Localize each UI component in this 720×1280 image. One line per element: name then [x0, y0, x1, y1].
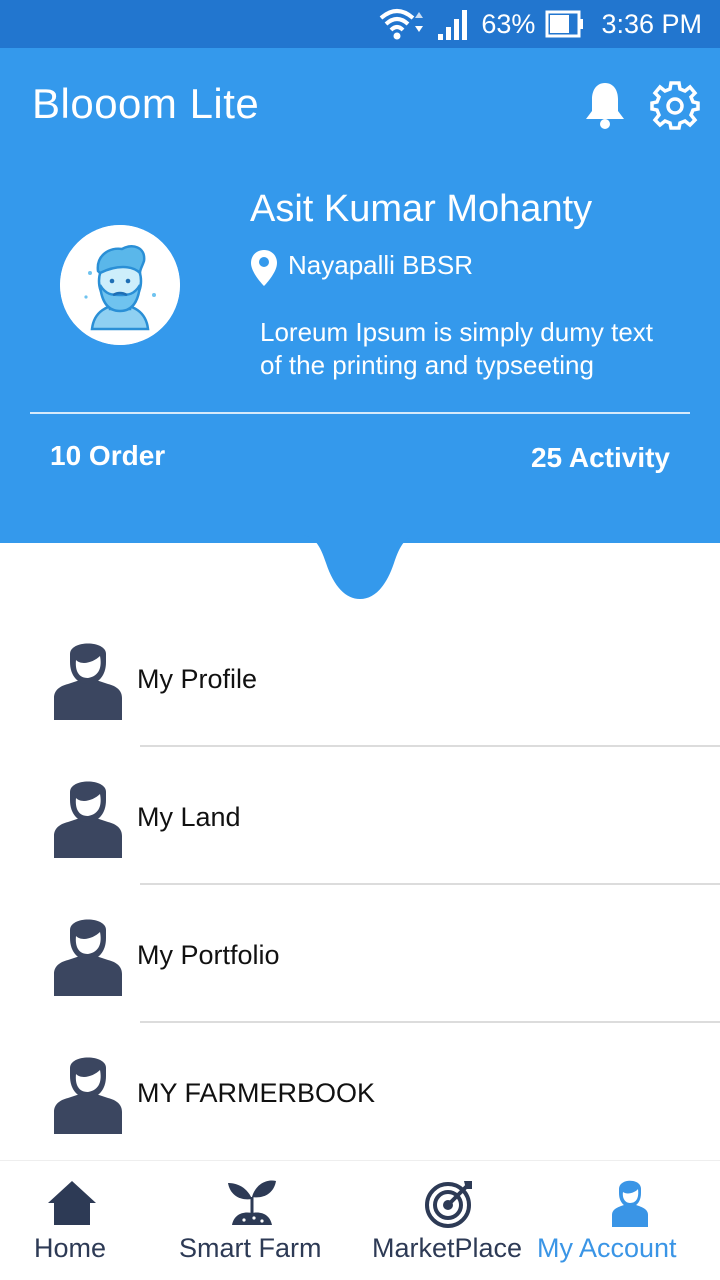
user-bio: Loreum Ipsum is simply dumy text of the … — [260, 316, 700, 382]
bottom-nav: Home Smart Farm MarketPlace My Account — [0, 1160, 720, 1280]
target-icon — [425, 1181, 472, 1228]
menu-item-my-land[interactable]: My Land — [0, 750, 720, 888]
account-menu: My Profile My Land My Portfolio MY FARME… — [0, 612, 720, 1164]
avatar — [60, 225, 180, 345]
orders-count[interactable]: 10 Order — [50, 440, 165, 472]
menu-separator — [140, 1021, 720, 1023]
wifi-icon — [380, 9, 424, 40]
header-notch — [300, 535, 420, 599]
nav-label: Home — [34, 1233, 107, 1263]
menu-item-my-portfolio[interactable]: My Portfolio — [0, 888, 720, 1026]
person-icon — [54, 919, 122, 996]
user-location: Nayapalli BBSR — [288, 250, 473, 280]
user-avatar-icon — [60, 225, 180, 345]
bell-icon[interactable] — [582, 80, 628, 130]
signal-icon — [438, 10, 468, 40]
app-title: Blooom Lite — [32, 80, 260, 127]
person-icon — [54, 1057, 122, 1134]
profile-header: Blooom Lite Asit Kumar Mohanty Nayapalli… — [0, 48, 720, 543]
menu-label: My Portfolio — [137, 940, 280, 970]
bio-line: Loreum Ipsum is simply dumy text — [260, 317, 654, 347]
menu-separator — [140, 745, 720, 747]
menu-label: MY FARMERBOOK — [137, 1078, 376, 1108]
user-name: Asit Kumar Mohanty — [250, 188, 593, 230]
nav-label: MarketPlace — [372, 1233, 523, 1263]
activity-count[interactable]: 25 Activity — [531, 442, 670, 474]
bio-line: of the printing and typseeting — [260, 350, 594, 380]
menu-separator — [140, 883, 720, 885]
battery-icon — [545, 10, 584, 38]
nav-label: Smart Farm — [179, 1233, 322, 1263]
nav-label: My Account — [537, 1233, 677, 1263]
location-pin-icon — [251, 250, 277, 286]
nav-my-account[interactable]: My Account — [537, 1161, 720, 1280]
account-icon — [612, 1180, 648, 1227]
plant-icon — [228, 1180, 276, 1225]
person-icon — [54, 781, 122, 858]
menu-item-my-profile[interactable]: My Profile — [0, 612, 720, 750]
menu-label: My Land — [137, 802, 241, 832]
menu-label: My Profile — [137, 664, 258, 694]
battery-percent: 63% — [481, 8, 536, 39]
clock: 3:36 PM — [601, 8, 702, 39]
nav-marketplace[interactable]: MarketPlace — [360, 1161, 540, 1280]
status-bar: 63% 3:36 PM — [0, 0, 720, 48]
nav-smart-farm[interactable]: Smart Farm — [144, 1161, 360, 1280]
home-icon — [48, 1181, 96, 1225]
person-icon — [54, 643, 122, 720]
nav-home[interactable]: Home — [0, 1161, 144, 1280]
header-divider — [30, 412, 690, 414]
menu-item-my-farmerbook[interactable]: MY FARMERBOOK — [0, 1026, 720, 1164]
gear-icon[interactable] — [650, 80, 700, 130]
